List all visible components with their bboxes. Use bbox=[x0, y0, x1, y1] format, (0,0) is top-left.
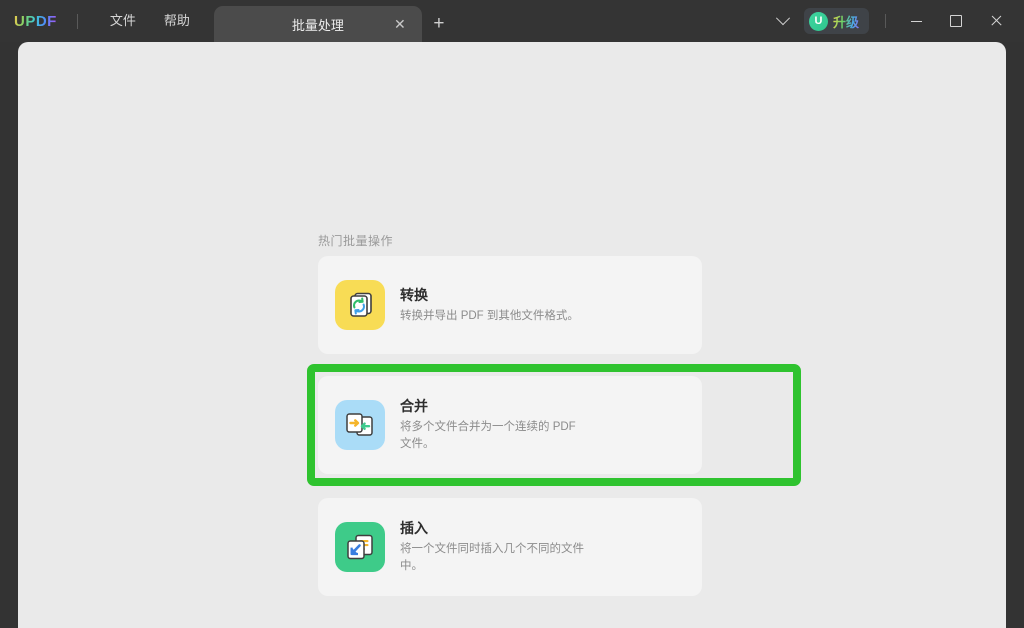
tab-batch-process[interactable]: 批量处理 ✕ bbox=[213, 6, 422, 42]
maximize-icon bbox=[950, 15, 962, 27]
upgrade-button[interactable]: U 升级 bbox=[803, 8, 869, 34]
logo-divider bbox=[76, 13, 78, 29]
updf-logo: UPDF bbox=[14, 12, 57, 30]
app-window: UPDF 文件 帮助 批量处理 ✕ + U 升级 热门批量操作 转换 转换并导出… bbox=[0, 0, 1024, 628]
card-description: 将多个文件合并为一个连续的 PDF 文件。 bbox=[400, 421, 576, 451]
chevron-down-icon[interactable] bbox=[768, 6, 798, 36]
minimize-icon bbox=[910, 20, 922, 22]
card-title: 合并 bbox=[400, 398, 428, 415]
batch-card-merge-wrapper: 合并 将多个文件合并为一个连续的 PDF 文件。 bbox=[307, 364, 801, 486]
card-title: 插入 bbox=[400, 520, 428, 537]
file-menu[interactable]: 文件 bbox=[96, 0, 150, 42]
card-description: 将一个文件同时插入几个不同的文件中。 bbox=[400, 543, 584, 573]
card-text: 插入 将一个文件同时插入几个不同的文件中。 bbox=[400, 518, 588, 575]
tab-close-icon[interactable]: ✕ bbox=[392, 16, 408, 32]
batch-card-insert[interactable]: 插入 将一个文件同时插入几个不同的文件中。 bbox=[318, 498, 702, 596]
title-bar-left: UPDF 文件 帮助 bbox=[0, 0, 204, 42]
section-title: 热门批量操作 bbox=[318, 234, 394, 248]
card-text: 合并 将多个文件合并为一个连续的 PDF 文件。 bbox=[400, 396, 588, 453]
batch-card-list: 转换 转换并导出 PDF 到其他文件格式。 合并 将多个文件合并为一个连续的 P… bbox=[307, 256, 801, 618]
close-button[interactable] bbox=[976, 4, 1016, 38]
help-menu[interactable]: 帮助 bbox=[150, 0, 204, 42]
close-icon bbox=[990, 15, 1002, 27]
batch-card-convert[interactable]: 转换 转换并导出 PDF 到其他文件格式。 bbox=[318, 256, 702, 354]
card-text: 转换 转换并导出 PDF 到其他文件格式。 bbox=[400, 285, 588, 325]
tab-strip: 批量处理 ✕ + bbox=[213, 0, 456, 42]
content-area: 热门批量操作 转换 转换并导出 PDF 到其他文件格式。 合并 将多个文件合并为… bbox=[18, 42, 1006, 628]
upgrade-label: 升级 bbox=[833, 12, 859, 31]
title-bar-right: U 升级 bbox=[768, 0, 1024, 42]
minimize-button[interactable] bbox=[896, 4, 936, 38]
new-tab-button[interactable]: + bbox=[422, 6, 456, 42]
maximize-button[interactable] bbox=[936, 4, 976, 38]
batch-card-merge[interactable]: 合并 将多个文件合并为一个连续的 PDF 文件。 bbox=[318, 376, 702, 474]
window-controls-divider bbox=[885, 14, 886, 28]
card-title: 转换 bbox=[400, 286, 428, 303]
convert-icon bbox=[335, 280, 385, 330]
card-description: 转换并导出 PDF 到其他文件格式。 bbox=[400, 309, 579, 322]
avatar: U bbox=[808, 11, 828, 31]
title-bar: UPDF 文件 帮助 批量处理 ✕ + U 升级 bbox=[0, 0, 1024, 42]
merge-icon bbox=[335, 400, 385, 450]
insert-icon bbox=[335, 522, 385, 572]
tab-label: 批量处理 bbox=[291, 17, 344, 33]
